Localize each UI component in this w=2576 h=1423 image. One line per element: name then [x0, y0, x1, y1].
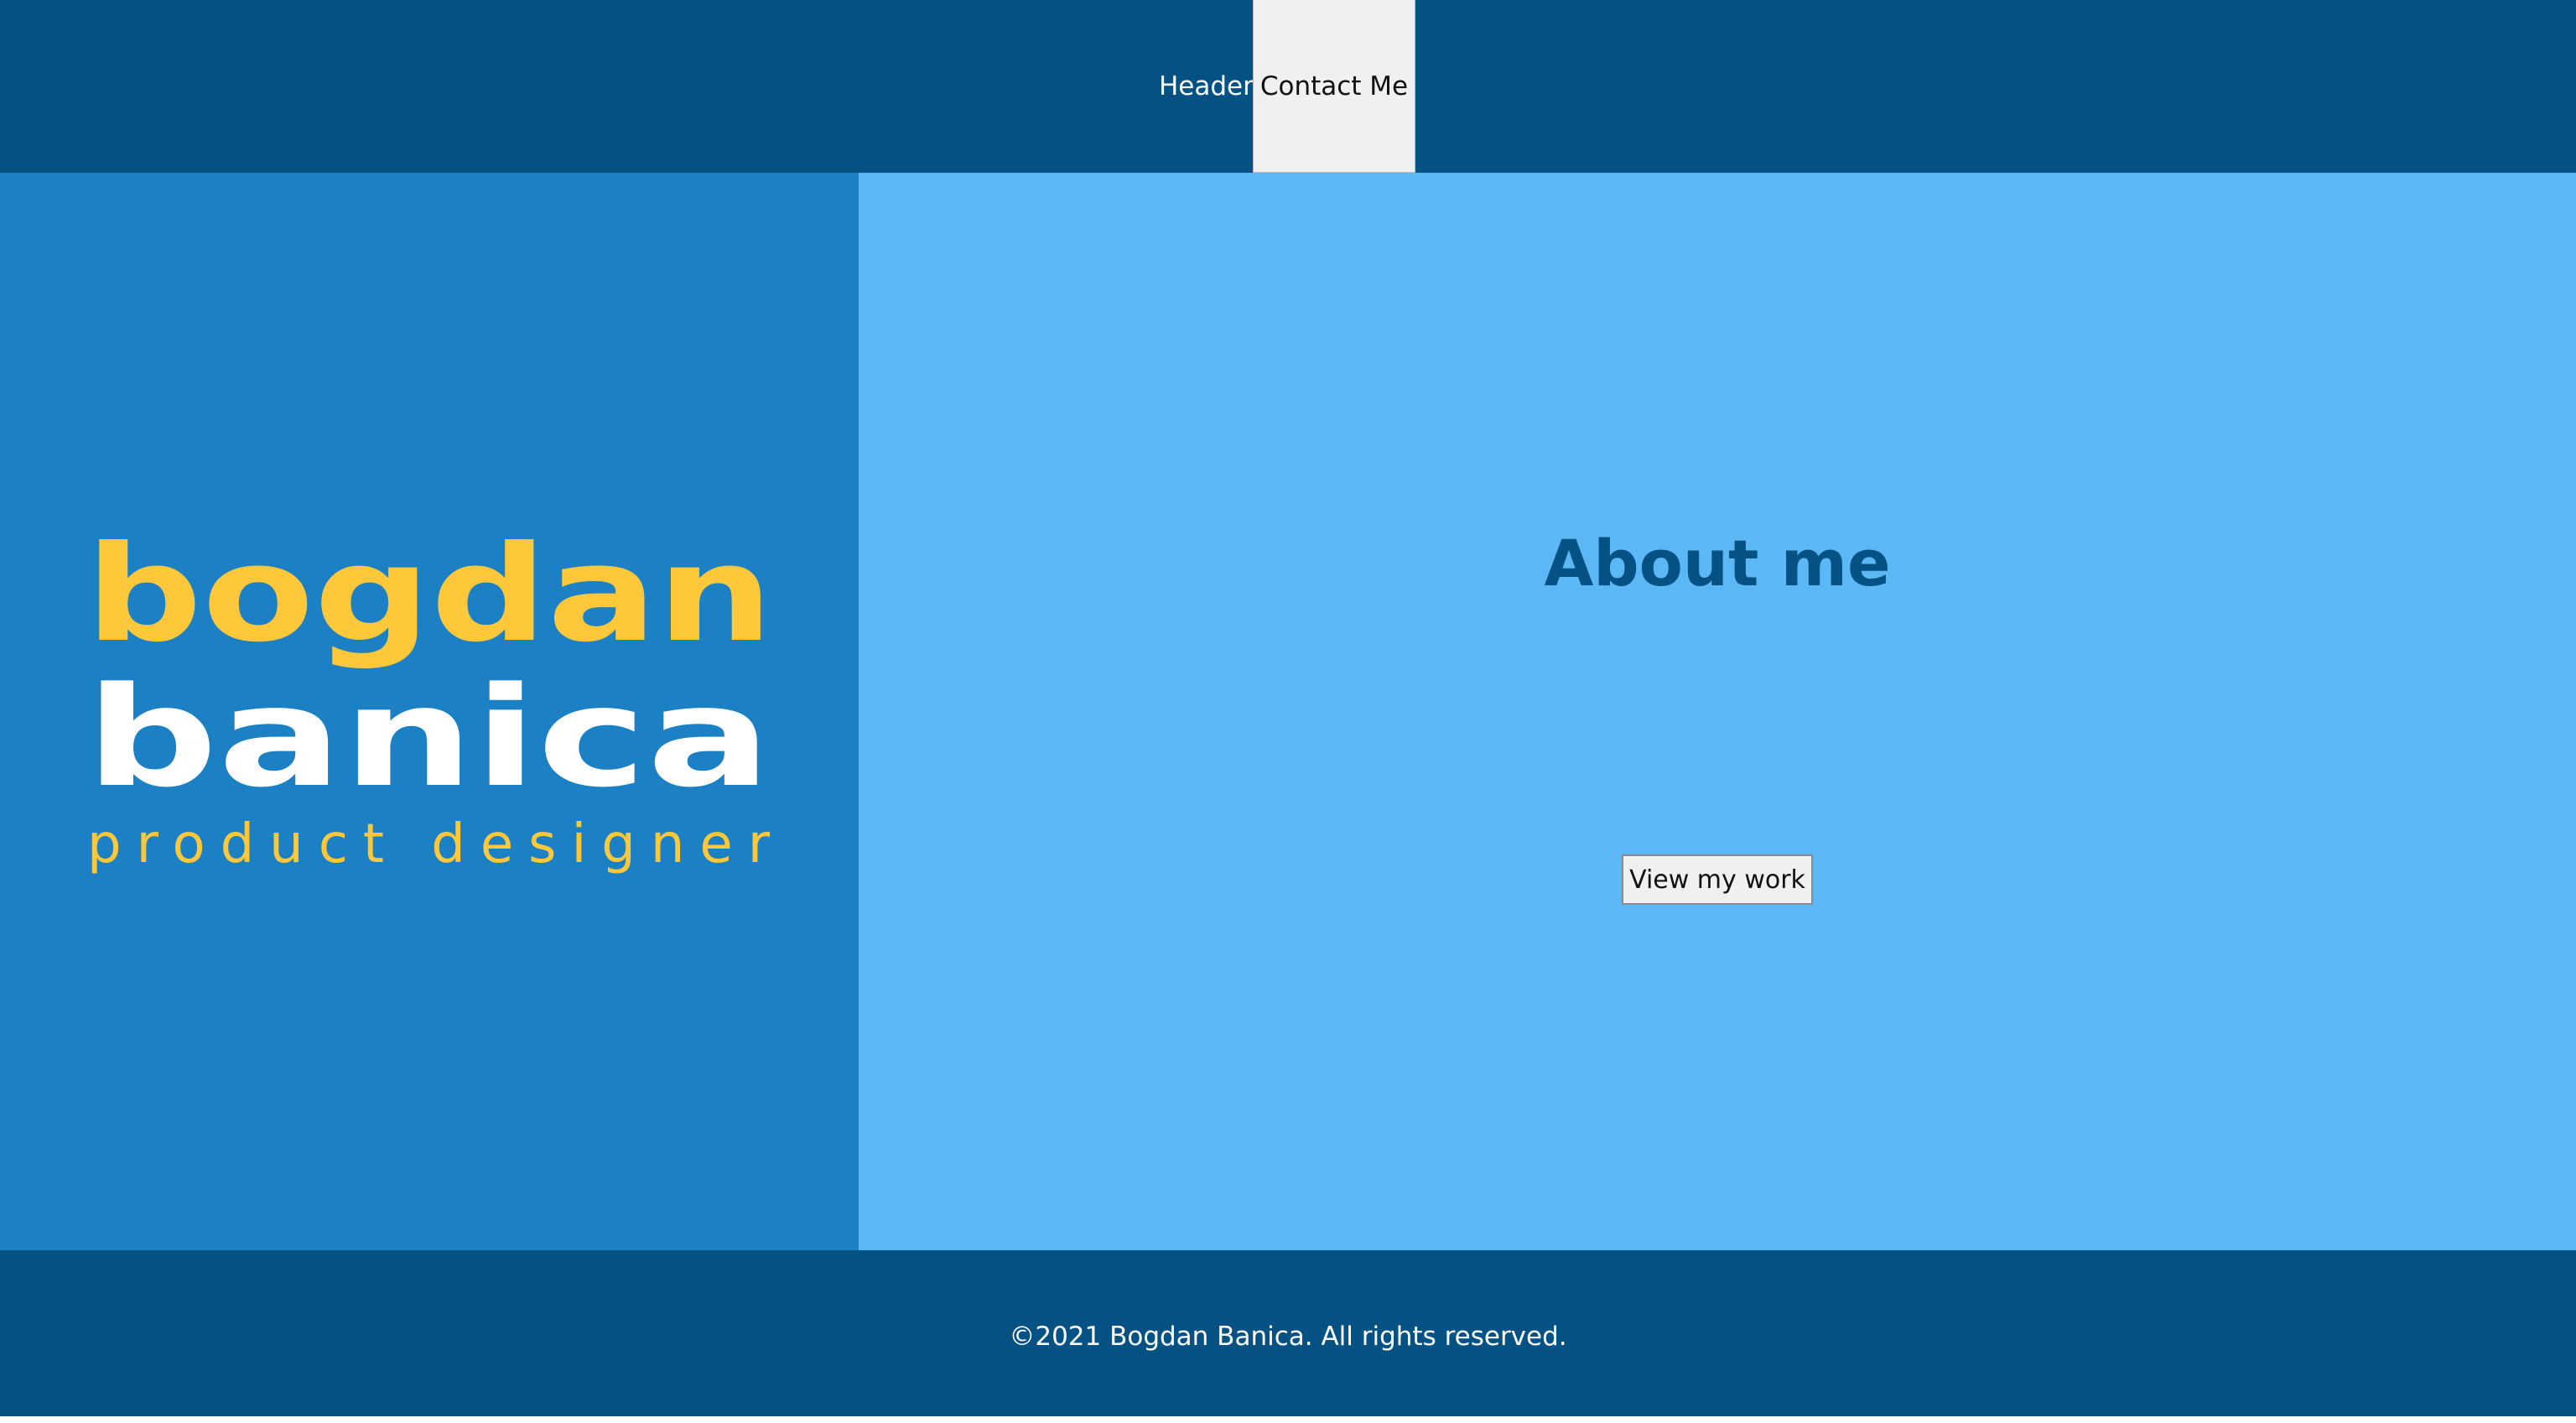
view-my-work-button[interactable]: View my work — [1622, 854, 1813, 905]
logo-last-name: banica — [86, 657, 771, 818]
site-footer: ©2021 Bogdan Banica. All rights reserved… — [0, 1250, 2576, 1416]
logo-first-name: bogdan — [86, 517, 773, 672]
copyright-text: ©2021 Bogdan Banica. All rights reserved… — [1009, 1322, 1567, 1352]
brand-logo: bogdan banica product designer — [86, 517, 773, 875]
logo-tagline: product designer — [87, 813, 771, 875]
site-header: Header Contact Me — [0, 0, 2576, 173]
header-label: Header — [1159, 71, 1254, 101]
about-section: About me View my work — [859, 173, 2576, 1250]
about-title: About me — [1544, 526, 1891, 600]
hero-logo-panel: bogdan banica product designer — [0, 173, 859, 1250]
contact-me-button[interactable]: Contact Me — [1253, 0, 1415, 173]
